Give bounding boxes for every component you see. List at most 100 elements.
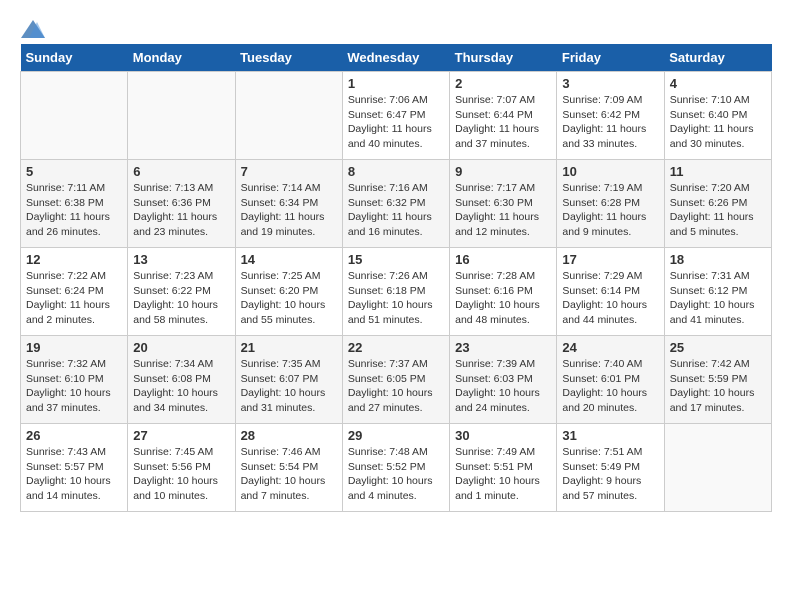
day-number: 30 — [455, 428, 551, 443]
day-number: 22 — [348, 340, 444, 355]
col-header-saturday: Saturday — [664, 44, 771, 72]
col-header-friday: Friday — [557, 44, 664, 72]
page-header — [20, 20, 772, 34]
day-cell: 3 Sunrise: 7:09 AM Sunset: 6:42 PM Daylig… — [557, 72, 664, 160]
day-cell: 19 Sunrise: 7:32 AM Sunset: 6:10 PM Dayli… — [21, 336, 128, 424]
day-number: 27 — [133, 428, 229, 443]
day-cell: 6 Sunrise: 7:13 AM Sunset: 6:36 PM Daylig… — [128, 160, 235, 248]
day-cell: 20Sunrise: 7:34 AM Sunset: 6:08 PM Dayli… — [128, 336, 235, 424]
day-number: 9 — [455, 164, 551, 179]
day-info: Sunrise: 7:10 AM Sunset: 6:40 PM Dayligh… — [670, 93, 766, 152]
day-cell: 5Sunrise: 7:11 AM Sunset: 6:38 PM Daylig… — [21, 160, 128, 248]
day-info: Sunrise: 7:31 AM Sunset: 6:12 PM Dayligh… — [670, 269, 766, 328]
day-cell: 2 Sunrise: 7:07 AM Sunset: 6:44 PM Daylig… — [450, 72, 557, 160]
calendar-table: SundayMondayTuesdayWednesdayThursdayFrid… — [20, 44, 772, 512]
day-cell: 23 Sunrise: 7:39 AM Sunset: 6:03 PM Dayli… — [450, 336, 557, 424]
day-number: 23 — [455, 340, 551, 355]
day-number: 2 — [455, 76, 551, 91]
day-number: 12 — [26, 252, 122, 267]
day-cell: 9 Sunrise: 7:17 AM Sunset: 6:30 PM Daylig… — [450, 160, 557, 248]
day-info: Sunrise: 7:46 AM Sunset: 5:54 PM Dayligh… — [241, 445, 337, 504]
day-number: 24 — [562, 340, 658, 355]
day-number: 6 — [133, 164, 229, 179]
day-cell: 27 Sunrise: 7:45 AM Sunset: 5:56 PM Dayli… — [128, 424, 235, 512]
day-number: 17 — [562, 252, 658, 267]
week-row-3: 12 Sunrise: 7:22 AM Sunset: 6:24 PM Dayli… — [21, 248, 772, 336]
day-info: Sunrise: 7:49 AM Sunset: 5:51 PM Dayligh… — [455, 445, 551, 504]
day-info: Sunrise: 7:09 AM Sunset: 6:42 PM Dayligh… — [562, 93, 658, 152]
day-info: Sunrise: 7:20 AM Sunset: 6:26 PM Dayligh… — [670, 181, 766, 240]
day-number: 18 — [670, 252, 766, 267]
day-cell: 15 Sunrise: 7:26 AM Sunset: 6:18 PM Dayli… — [342, 248, 449, 336]
day-cell: 11 Sunrise: 7:20 AM Sunset: 6:26 PM Dayli… — [664, 160, 771, 248]
day-cell: 7Sunrise: 7:14 AM Sunset: 6:34 PM Daylig… — [235, 160, 342, 248]
day-cell: 29Sunrise: 7:48 AM Sunset: 5:52 PM Dayli… — [342, 424, 449, 512]
day-number: 25 — [670, 340, 766, 355]
day-info: Sunrise: 7:48 AM Sunset: 5:52 PM Dayligh… — [348, 445, 444, 504]
day-info: Sunrise: 7:17 AM Sunset: 6:30 PM Dayligh… — [455, 181, 551, 240]
day-info: Sunrise: 7:25 AM Sunset: 6:20 PM Dayligh… — [241, 269, 337, 328]
day-info: Sunrise: 7:51 AM Sunset: 5:49 PM Dayligh… — [562, 445, 658, 504]
day-cell: 12 Sunrise: 7:22 AM Sunset: 6:24 PM Dayli… — [21, 248, 128, 336]
day-info: Sunrise: 7:22 AM Sunset: 6:24 PM Dayligh… — [26, 269, 122, 328]
day-number: 20 — [133, 340, 229, 355]
day-info: Sunrise: 7:14 AM Sunset: 6:34 PM Dayligh… — [241, 181, 337, 240]
col-header-wednesday: Wednesday — [342, 44, 449, 72]
day-info: Sunrise: 7:23 AM Sunset: 6:22 PM Dayligh… — [133, 269, 229, 328]
day-info: Sunrise: 7:16 AM Sunset: 6:32 PM Dayligh… — [348, 181, 444, 240]
day-cell: 14Sunrise: 7:25 AM Sunset: 6:20 PM Dayli… — [235, 248, 342, 336]
col-header-monday: Monday — [128, 44, 235, 72]
day-info: Sunrise: 7:45 AM Sunset: 5:56 PM Dayligh… — [133, 445, 229, 504]
day-number: 28 — [241, 428, 337, 443]
week-row-1: 1Sunrise: 7:06 AM Sunset: 6:47 PM Daylig… — [21, 72, 772, 160]
day-cell: 26 Sunrise: 7:43 AM Sunset: 5:57 PM Dayli… — [21, 424, 128, 512]
day-number: 16 — [455, 252, 551, 267]
day-info: Sunrise: 7:42 AM Sunset: 5:59 PM Dayligh… — [670, 357, 766, 416]
day-number: 1 — [348, 76, 444, 91]
day-info: Sunrise: 7:13 AM Sunset: 6:36 PM Dayligh… — [133, 181, 229, 240]
logo-icon — [21, 20, 45, 38]
day-info: Sunrise: 7:32 AM Sunset: 6:10 PM Dayligh… — [26, 357, 122, 416]
day-cell — [664, 424, 771, 512]
day-cell: 31Sunrise: 7:51 AM Sunset: 5:49 PM Dayli… — [557, 424, 664, 512]
day-cell: 18 Sunrise: 7:31 AM Sunset: 6:12 PM Dayli… — [664, 248, 771, 336]
day-info: Sunrise: 7:43 AM Sunset: 5:57 PM Dayligh… — [26, 445, 122, 504]
day-cell: 30 Sunrise: 7:49 AM Sunset: 5:51 PM Dayli… — [450, 424, 557, 512]
day-cell — [21, 72, 128, 160]
day-cell: 17 Sunrise: 7:29 AM Sunset: 6:14 PM Dayli… — [557, 248, 664, 336]
day-number: 15 — [348, 252, 444, 267]
day-info: Sunrise: 7:19 AM Sunset: 6:28 PM Dayligh… — [562, 181, 658, 240]
day-cell: 1Sunrise: 7:06 AM Sunset: 6:47 PM Daylig… — [342, 72, 449, 160]
day-number: 4 — [670, 76, 766, 91]
col-header-tuesday: Tuesday — [235, 44, 342, 72]
logo — [20, 20, 46, 34]
day-number: 26 — [26, 428, 122, 443]
col-header-thursday: Thursday — [450, 44, 557, 72]
col-header-sunday: Sunday — [21, 44, 128, 72]
day-info: Sunrise: 7:35 AM Sunset: 6:07 PM Dayligh… — [241, 357, 337, 416]
day-number: 21 — [241, 340, 337, 355]
day-info: Sunrise: 7:29 AM Sunset: 6:14 PM Dayligh… — [562, 269, 658, 328]
day-number: 19 — [26, 340, 122, 355]
day-cell: 8 Sunrise: 7:16 AM Sunset: 6:32 PM Daylig… — [342, 160, 449, 248]
week-row-2: 5Sunrise: 7:11 AM Sunset: 6:38 PM Daylig… — [21, 160, 772, 248]
day-cell: 28 Sunrise: 7:46 AM Sunset: 5:54 PM Dayli… — [235, 424, 342, 512]
day-cell — [128, 72, 235, 160]
day-cell: 13Sunrise: 7:23 AM Sunset: 6:22 PM Dayli… — [128, 248, 235, 336]
day-cell: 24 Sunrise: 7:40 AM Sunset: 6:01 PM Dayli… — [557, 336, 664, 424]
day-info: Sunrise: 7:26 AM Sunset: 6:18 PM Dayligh… — [348, 269, 444, 328]
day-cell: 21 Sunrise: 7:35 AM Sunset: 6:07 PM Dayli… — [235, 336, 342, 424]
header-row: SundayMondayTuesdayWednesdayThursdayFrid… — [21, 44, 772, 72]
day-info: Sunrise: 7:07 AM Sunset: 6:44 PM Dayligh… — [455, 93, 551, 152]
day-number: 11 — [670, 164, 766, 179]
day-cell: 22Sunrise: 7:37 AM Sunset: 6:05 PM Dayli… — [342, 336, 449, 424]
day-cell: 25 Sunrise: 7:42 AM Sunset: 5:59 PM Dayli… — [664, 336, 771, 424]
day-number: 5 — [26, 164, 122, 179]
day-cell: 16Sunrise: 7:28 AM Sunset: 6:16 PM Dayli… — [450, 248, 557, 336]
day-number: 3 — [562, 76, 658, 91]
day-info: Sunrise: 7:39 AM Sunset: 6:03 PM Dayligh… — [455, 357, 551, 416]
week-row-4: 19 Sunrise: 7:32 AM Sunset: 6:10 PM Dayli… — [21, 336, 772, 424]
week-row-5: 26 Sunrise: 7:43 AM Sunset: 5:57 PM Dayli… — [21, 424, 772, 512]
day-number: 8 — [348, 164, 444, 179]
day-info: Sunrise: 7:40 AM Sunset: 6:01 PM Dayligh… — [562, 357, 658, 416]
